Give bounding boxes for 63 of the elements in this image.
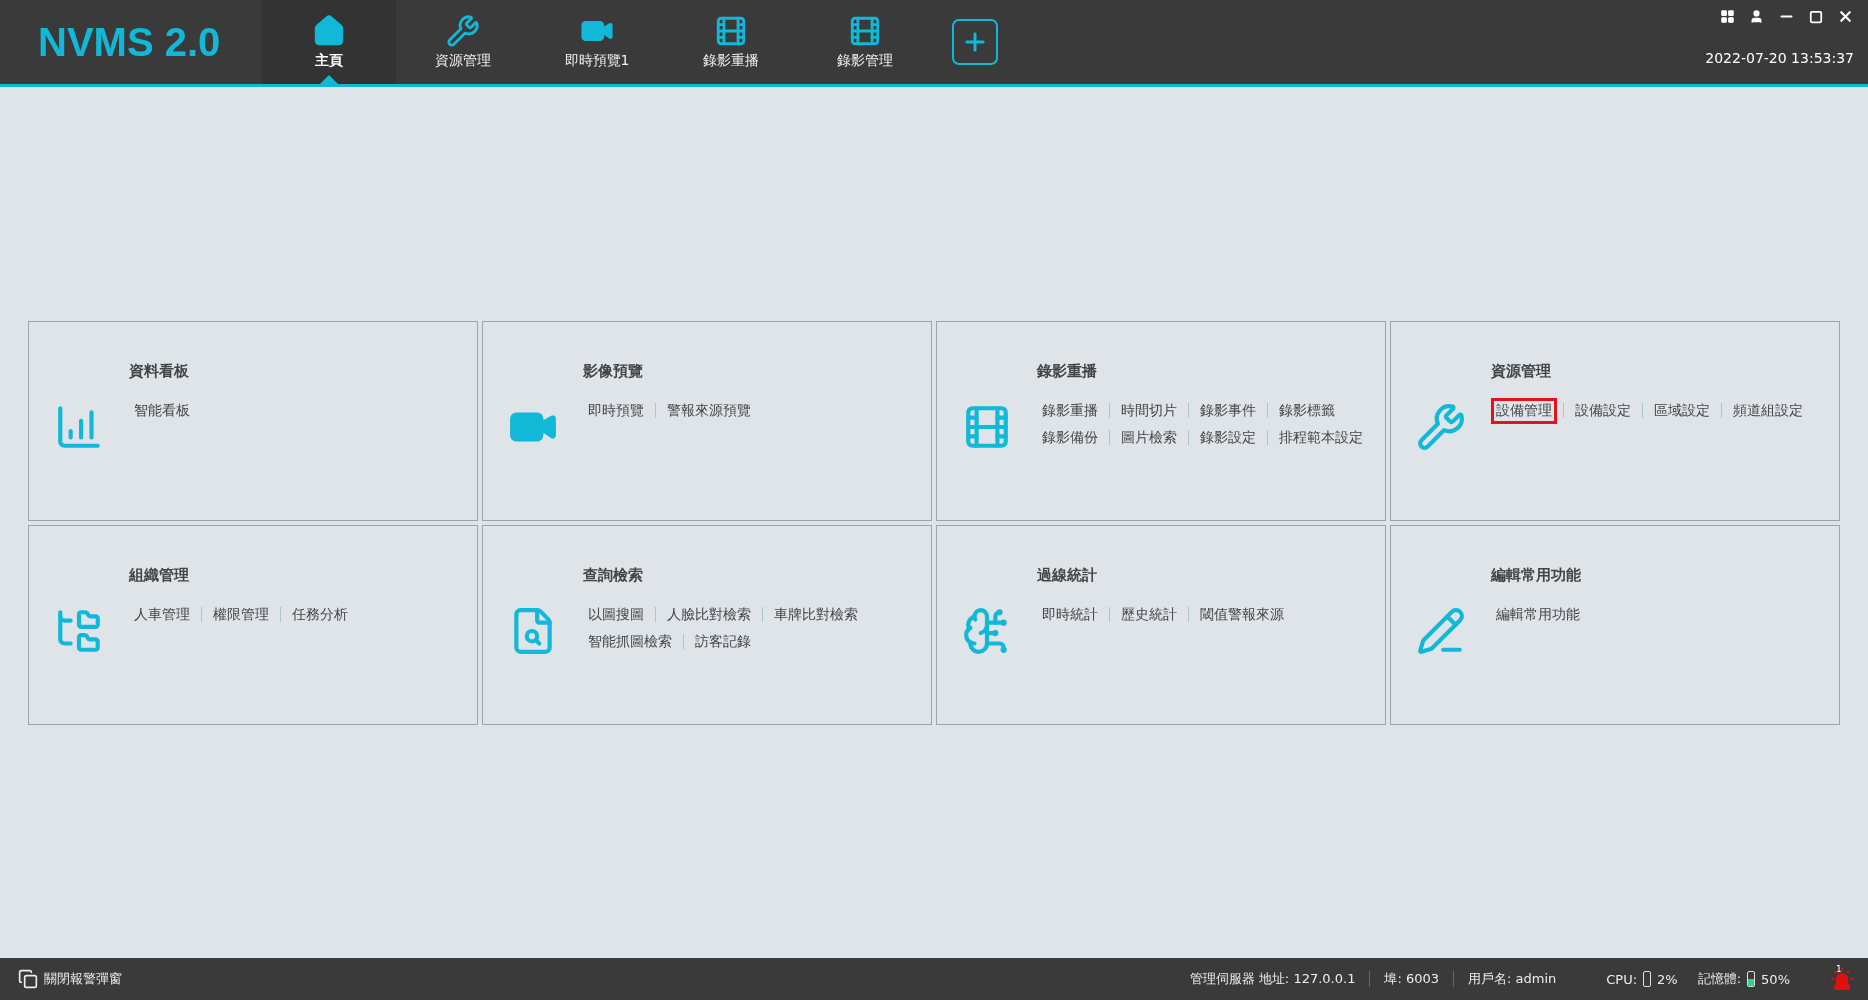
module-link[interactable]: 歷史統計 [1116, 601, 1182, 628]
module-link[interactable]: 圖片檢索 [1116, 424, 1182, 451]
module-link[interactable]: 頻道組設定 [1728, 397, 1808, 424]
nav-tab[interactable]: 資源管理 [396, 0, 530, 84]
close-icon[interactable] [1837, 8, 1854, 25]
module-link[interactable]: 車牌比對檢索 [769, 601, 863, 628]
windows-icon [18, 969, 38, 989]
add-tab-button[interactable] [952, 19, 998, 65]
module-link[interactable]: 人車管理 [129, 601, 195, 628]
maximize-icon[interactable] [1809, 9, 1823, 24]
module-link[interactable]: 即時統計 [1037, 601, 1103, 628]
nav-tab[interactable]: 錄影管理 [798, 0, 932, 84]
card-title: 資料看板 [129, 361, 190, 381]
module-link[interactable]: 錄影備份 [1037, 424, 1103, 451]
module-link[interactable]: 智能看板 [129, 397, 195, 424]
alarm-icon[interactable] [1830, 967, 1854, 991]
memory-reading: 50% [1761, 971, 1790, 987]
date-time: 2022-07-20 13:53:37 [1705, 50, 1854, 66]
home-icon [312, 14, 346, 48]
server-address: 管理伺服器 地址: 127.0.0.1 [1189, 970, 1356, 988]
nav-tab[interactable]: 即時預覽1 [530, 0, 664, 84]
module-link[interactable]: 訪客記錄 [690, 628, 756, 655]
user-icon[interactable] [1749, 9, 1764, 24]
username-label: 用戶名: admin [1468, 970, 1557, 988]
card-title: 影像預覽 [583, 361, 644, 381]
card-title: 資源管理 [1491, 361, 1552, 381]
module-link[interactable]: 以圖搜圖 [583, 601, 649, 628]
module-link[interactable]: 任務分析 [287, 601, 353, 628]
module-link[interactable]: 錄影事件 [1195, 397, 1261, 424]
card-title: 錄影重播 [1037, 361, 1098, 381]
card-title: 編輯常用功能 [1491, 565, 1582, 585]
port-label: 埠: 6003 [1384, 970, 1439, 988]
pencil-icon [1416, 605, 1466, 656]
module-link[interactable]: 閾值警報來源 [1195, 601, 1289, 628]
app-logo: NVMS 2.0 [37, 18, 222, 66]
module-link[interactable]: 編輯常用功能 [1491, 601, 1585, 628]
card-title: 過線統計 [1037, 565, 1098, 585]
module-link[interactable]: 錄影設定 [1195, 424, 1261, 451]
card-title: 查詢檢索 [583, 565, 644, 585]
nav-tab[interactable]: 錄影重播 [664, 0, 798, 84]
nav-tab[interactable]: 主頁 [262, 0, 396, 84]
close-alarm-popup-button[interactable]: 關閉報警彈窗 [18, 969, 122, 989]
module-link[interactable]: 區域設定 [1649, 397, 1715, 424]
module-link[interactable]: 智能抓圖檢索 [583, 628, 677, 655]
module-link[interactable]: 人臉比對檢索 [662, 601, 756, 628]
module-link[interactable]: 警報來源預覽 [662, 397, 756, 424]
module-link[interactable]: 時間切片 [1116, 397, 1182, 424]
module-link[interactable]: 權限管理 [208, 601, 274, 628]
card-title: 組織管理 [129, 565, 190, 585]
module-link[interactable]: 設備管理 [1491, 397, 1557, 424]
alarm-count: 1 [1836, 964, 1842, 974]
wrench-icon [446, 14, 480, 48]
cpu-label: CPU: [1606, 971, 1638, 987]
module-link[interactable]: 錄影標籤 [1274, 397, 1340, 424]
wrench-icon [1416, 401, 1466, 452]
module-link[interactable]: 設備設定 [1570, 397, 1636, 424]
memory-label: 記憶體: [1697, 970, 1742, 988]
cpu-reading: 2% [1657, 971, 1678, 987]
selected-tab-caret [320, 75, 338, 84]
module-link[interactable]: 排程範本設定 [1274, 424, 1368, 451]
grid-icon[interactable] [1720, 9, 1735, 24]
module-link[interactable]: 錄影重播 [1037, 397, 1103, 424]
module-link[interactable]: 即時預覽 [583, 397, 649, 424]
